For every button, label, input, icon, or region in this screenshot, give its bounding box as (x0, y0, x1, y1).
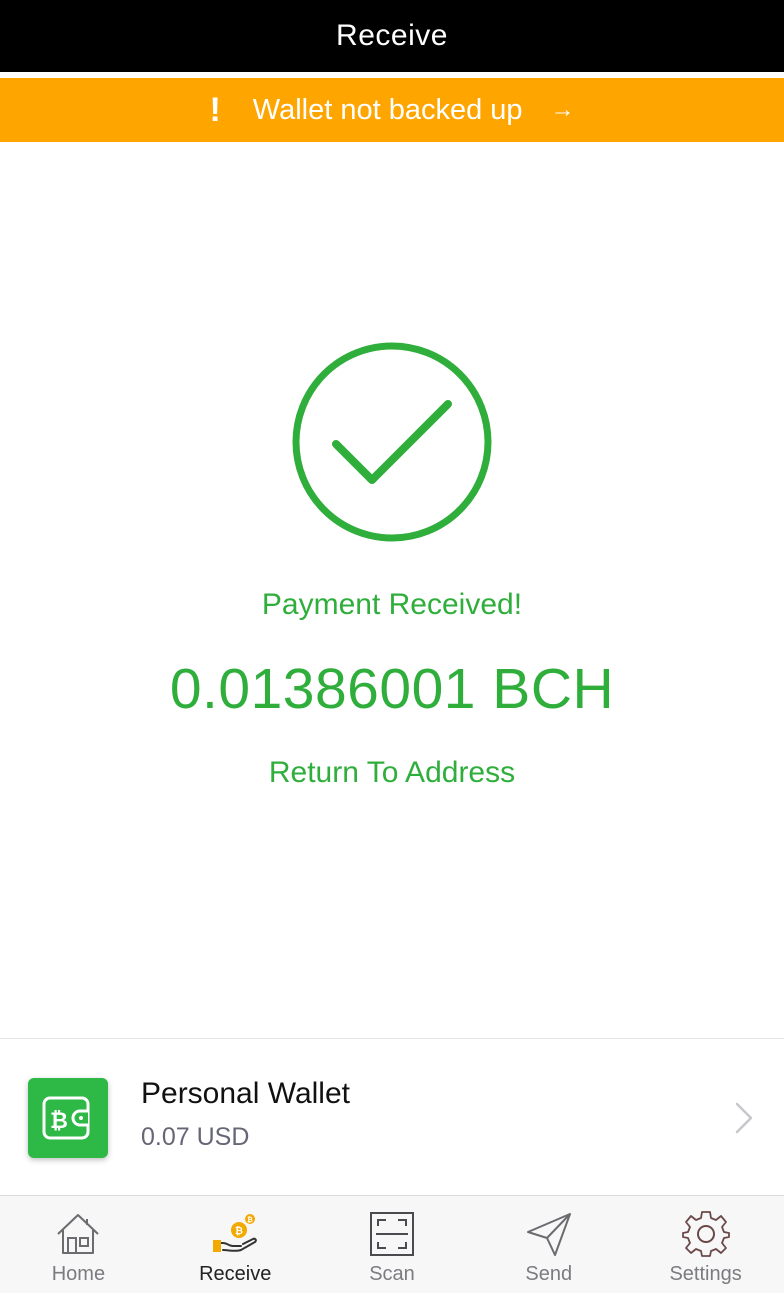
bottom-tab-bar: Home ₿ ₿ Receive Scan Send Settings (0, 1195, 784, 1293)
svg-text:₿: ₿ (247, 1216, 253, 1224)
backup-warning-banner[interactable]: ! Wallet not backed up → (0, 78, 784, 142)
chevron-right-icon (735, 1102, 753, 1134)
receive-icon: ₿ ₿ (213, 1214, 257, 1252)
bitcoin-cash-wallet-icon: ₿ (42, 1096, 90, 1140)
tab-home[interactable]: Home (0, 1196, 157, 1293)
payment-status: Payment Received! (261, 588, 523, 621)
gear-icon (681, 1211, 730, 1257)
tab-home-label: Home (51, 1263, 106, 1285)
warning-icon: ! (209, 90, 221, 129)
payment-amount: 0.01386001 BCH (169, 657, 615, 721)
tab-scan-label: Scan (369, 1263, 415, 1285)
home-icon (57, 1214, 100, 1254)
wallet-balance: 0.07 USD (141, 1123, 250, 1151)
wallet-selector[interactable]: ₿ Personal Wallet 0.07 USD (0, 1039, 784, 1195)
tab-settings[interactable]: Settings (627, 1196, 784, 1293)
svg-text:₿: ₿ (235, 1225, 243, 1237)
scan-icon (369, 1212, 414, 1256)
return-to-address-link[interactable]: Return To Address (0, 756, 784, 790)
svg-text:₿: ₿ (50, 1109, 68, 1134)
tab-receive[interactable]: ₿ ₿ Receive (157, 1196, 314, 1293)
page-header: Receive (0, 0, 784, 72)
page-title: Receive (336, 19, 448, 52)
arrow-right-icon: → (550, 96, 575, 123)
send-icon (526, 1213, 571, 1256)
backup-warning-text: Wallet not backed up (252, 93, 523, 126)
wallet-icon: ₿ (28, 1078, 108, 1158)
tab-settings-label: Settings (669, 1263, 742, 1285)
wallet-name: Personal Wallet (141, 1077, 350, 1110)
tab-send[interactable]: Send (470, 1196, 627, 1293)
tab-receive-label: Receive (199, 1263, 272, 1285)
tab-scan[interactable]: Scan (314, 1196, 471, 1293)
tab-send-label: Send (525, 1263, 573, 1285)
checkmark-circle-icon (292, 342, 492, 542)
